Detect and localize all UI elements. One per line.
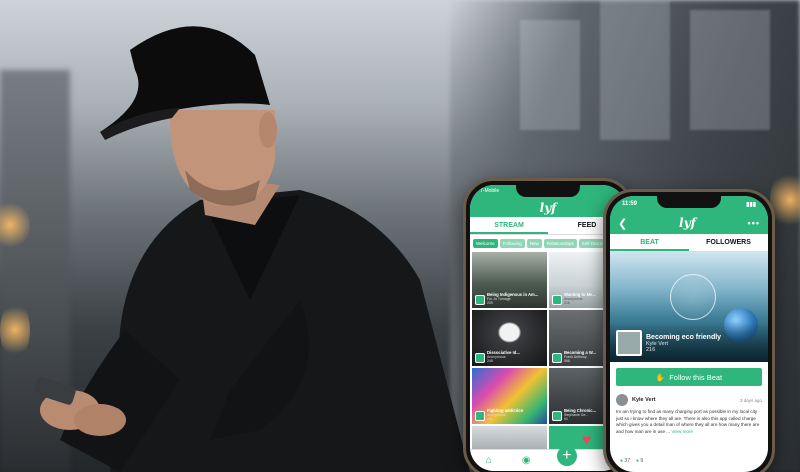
tile-stats: 261 bbox=[487, 417, 493, 421]
tile-stats: 216 bbox=[564, 301, 570, 305]
app-header: ❮ lyf ••• bbox=[610, 212, 768, 234]
lyf-logo: lyf bbox=[679, 216, 696, 230]
like-action[interactable]: ● 37 bbox=[620, 458, 630, 464]
battery-icon: ▮▮▮ bbox=[746, 201, 756, 208]
status-time: 11:59 bbox=[622, 201, 638, 207]
post-card: Kyle Vert 3 days ago Im am trying to fin… bbox=[610, 392, 768, 438]
person-photo bbox=[34, 26, 470, 472]
chip-welcome[interactable]: Welcome bbox=[473, 239, 498, 248]
building-window bbox=[690, 10, 770, 130]
carrier-label: T-Mobile bbox=[480, 188, 500, 194]
avatar bbox=[475, 353, 485, 363]
follow-beat-button[interactable]: ✋ Follow this Beat bbox=[616, 368, 762, 386]
phone-beat: 11:59 ▮▮▮ ❮ lyf ••• BEAT FOLLOWERS Becom… bbox=[603, 189, 775, 472]
follow-label: Follow this Beat bbox=[669, 372, 723, 382]
broken-heart-icon: ♥ bbox=[581, 432, 592, 449]
beat-tabs: BEAT FOLLOWERS bbox=[610, 234, 768, 252]
like-count: 37 bbox=[624, 458, 630, 464]
phone-beat-screen: 11:59 ▮▮▮ ❮ lyf ••• BEAT FOLLOWERS Becom… bbox=[610, 196, 768, 472]
comment-icon: ● bbox=[635, 458, 640, 464]
avatar bbox=[552, 295, 562, 305]
beat-tile[interactable]: Dissociative Id... Anonymous 245 bbox=[472, 310, 547, 366]
chip-new[interactable]: New bbox=[526, 239, 542, 248]
avatar bbox=[616, 394, 628, 406]
like-icon: ● bbox=[620, 458, 624, 464]
chat-icon[interactable]: ◉ bbox=[519, 454, 533, 468]
tab-followers[interactable]: FOLLOWERS bbox=[689, 234, 768, 251]
add-button[interactable]: + bbox=[556, 445, 577, 466]
building-window bbox=[600, 0, 670, 140]
tile-stats: 91 bbox=[564, 417, 568, 421]
beat-tile[interactable]: Fighting addiction Anonymous 261 bbox=[472, 368, 547, 424]
post-actions: ● 37 ● 9 bbox=[620, 458, 643, 464]
comment-count: 9 bbox=[640, 458, 644, 464]
building-window bbox=[520, 20, 580, 130]
avatar bbox=[552, 353, 562, 363]
tile-stats: 245 bbox=[487, 359, 493, 363]
avatar bbox=[552, 411, 562, 421]
beat-stats: 216 bbox=[646, 346, 656, 353]
lyf-logo: lyf bbox=[539, 201, 557, 215]
post-time: 3 days ago bbox=[739, 397, 762, 403]
home-icon[interactable]: ⌂ bbox=[482, 454, 496, 468]
tile-stats: 209 bbox=[487, 301, 493, 305]
phone-notch bbox=[516, 185, 580, 197]
comment-action[interactable]: ● 9 bbox=[636, 458, 643, 464]
post-author[interactable]: Kyle Vert bbox=[632, 397, 736, 403]
chip-relationships[interactable]: Relationships bbox=[543, 239, 577, 248]
beat-title: Becoming eco friendly bbox=[646, 333, 722, 341]
tab-stream[interactable]: STREAM bbox=[470, 217, 548, 234]
beat-owner: Becoming eco friendly Kyle Vert 216 bbox=[616, 330, 721, 356]
post-body: Im am trying to find as many charging po… bbox=[616, 409, 762, 436]
more-options-icon[interactable]: ••• bbox=[748, 218, 760, 228]
bubble-graphic bbox=[670, 274, 716, 320]
tile-stats: 568 bbox=[564, 359, 570, 363]
beat-tile[interactable]: Being Indigenous in Am... For Jo Turnage 2… bbox=[472, 252, 547, 308]
back-arrow-icon[interactable]: ❮ bbox=[618, 217, 627, 230]
beat-hero-image: Becoming eco friendly Kyle Vert 216 bbox=[610, 252, 768, 362]
view-more-link[interactable]: View more bbox=[671, 429, 693, 434]
avatar bbox=[475, 411, 485, 421]
hand-icon: ✋ bbox=[655, 372, 666, 382]
post-header: Kyle Vert 3 days ago bbox=[616, 394, 762, 406]
avatar bbox=[475, 295, 485, 305]
phone-notch bbox=[657, 196, 721, 208]
chip-following[interactable]: Following bbox=[499, 239, 525, 248]
tab-beat[interactable]: BEAT bbox=[610, 234, 689, 251]
avatar bbox=[616, 330, 642, 356]
